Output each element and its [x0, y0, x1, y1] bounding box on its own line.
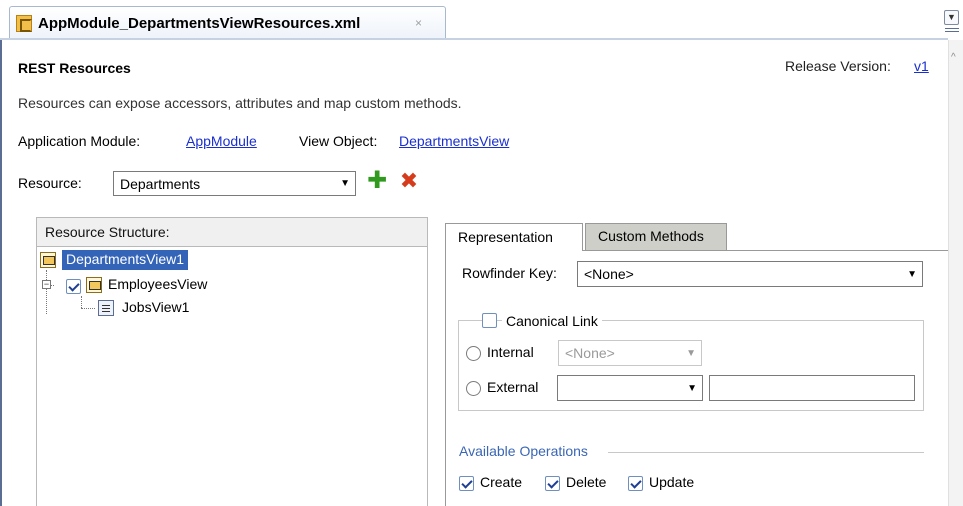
chevron-down-icon: ▼ [687, 382, 697, 394]
scroll-up-icon[interactable]: ^ [951, 52, 956, 63]
external-label: External [487, 379, 539, 395]
rowfinder-key-select[interactable]: <None> ▼ [577, 261, 923, 287]
release-version-label: Release Version: [785, 58, 891, 74]
resource-label: Resource: [18, 175, 82, 191]
delete-resource-button[interactable]: ✖ [398, 170, 420, 192]
tree-node-jobs[interactable]: JobsView1 [122, 299, 189, 315]
resource-select-value: Departments [120, 175, 201, 192]
rowfinder-key-label: Rowfinder Key: [462, 265, 557, 281]
editor-left-border [0, 40, 2, 506]
update-label: Update [649, 474, 695, 490]
available-operations-divider [608, 452, 924, 453]
internal-select-value: <None> [565, 345, 615, 361]
view-object-instance-icon [98, 300, 114, 316]
external-text-input[interactable] [709, 375, 915, 401]
tab-custom-methods[interactable]: Custom Methods [585, 223, 727, 250]
chevron-down-icon: ▼ [907, 268, 917, 280]
external-select[interactable]: ▼ [557, 375, 703, 401]
file-tab[interactable]: AppModule_DepartmentsViewResources.xml × [9, 6, 446, 39]
close-tab-icon[interactable]: × [415, 16, 422, 30]
internal-label: Internal [487, 344, 534, 360]
tab-strip-divider [0, 38, 948, 40]
page-title: REST Resources [18, 60, 131, 76]
delete-checkbox[interactable] [545, 476, 560, 491]
chevron-down-icon: ▼ [686, 347, 696, 359]
employees-checkbox[interactable] [66, 279, 81, 294]
tab-list-menu-button[interactable]: ▼ [944, 10, 959, 25]
internal-radio[interactable] [466, 346, 481, 361]
tree-node-departments[interactable]: DepartmentsView1 [62, 250, 189, 270]
update-checkbox[interactable] [628, 476, 643, 491]
rowfinder-key-value: <None> [584, 266, 634, 282]
page-description: Resources can expose accessors, attribut… [18, 95, 462, 111]
tree-connector [46, 270, 47, 314]
x-icon: ✖ [399, 168, 419, 193]
create-checkbox[interactable] [459, 476, 474, 491]
resource-select[interactable]: Departments ▼ [113, 171, 356, 196]
view-object-icon [40, 252, 56, 268]
tree-connector [81, 308, 95, 309]
view-object-label: View Object: [299, 133, 378, 149]
canonical-link-checkbox[interactable] [482, 313, 497, 328]
external-radio[interactable] [466, 381, 481, 396]
maximize-icon[interactable] [945, 28, 959, 32]
tree-node-employees[interactable]: EmployeesView [108, 276, 207, 292]
application-module-label: Application Module: [18, 133, 141, 149]
delete-label: Delete [566, 474, 607, 490]
tab-representation[interactable]: Representation [445, 223, 583, 251]
xml-file-icon [16, 15, 32, 32]
view-object-link[interactable]: DepartmentsView [399, 133, 509, 149]
chevron-down-icon: ▼ [340, 178, 350, 189]
file-tab-label: AppModule_DepartmentsViewResources.xml [38, 15, 361, 32]
vertical-scrollbar[interactable] [948, 40, 963, 506]
release-version-link[interactable]: v1 [914, 58, 929, 74]
create-label: Create [480, 474, 523, 490]
internal-select[interactable]: <None> ▼ [558, 340, 702, 366]
add-resource-button[interactable]: ✚ [366, 167, 388, 194]
available-operations-title: Available Operations [459, 443, 588, 459]
canonical-link-label: Canonical Link [502, 313, 602, 329]
tree-connector [81, 296, 82, 308]
resource-structure-title: Resource Structure: [45, 224, 170, 240]
plus-icon: ✚ [366, 167, 388, 194]
collapse-icon[interactable]: − [42, 280, 51, 289]
application-module-link[interactable]: AppModule [186, 133, 257, 149]
view-link-icon [86, 277, 102, 293]
